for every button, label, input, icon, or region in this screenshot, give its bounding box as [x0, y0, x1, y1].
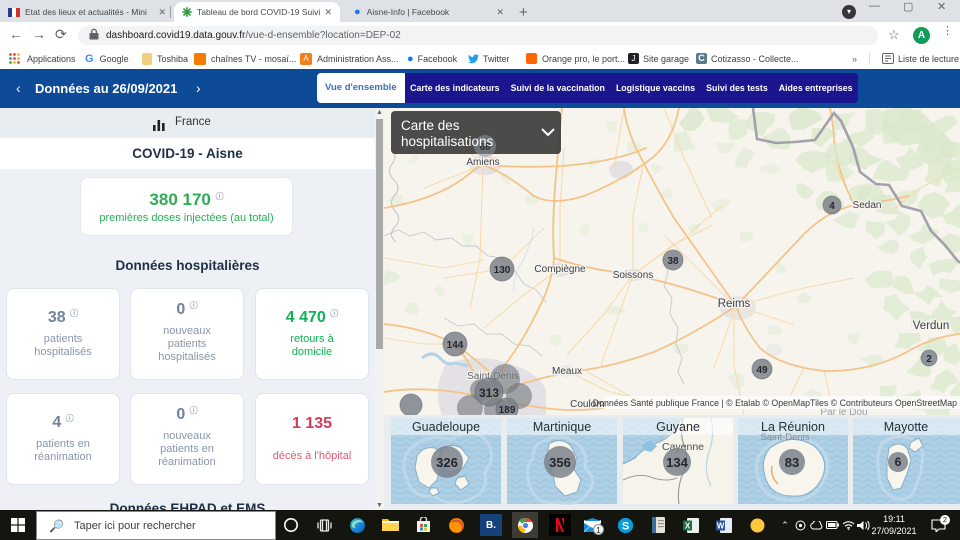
svg-text:X: X — [685, 521, 691, 530]
svg-text:38: 38 — [667, 256, 679, 267]
svg-text:Amiens: Amiens — [466, 157, 499, 168]
svg-text:6: 6 — [895, 455, 902, 469]
svg-text:2: 2 — [926, 354, 932, 365]
svg-text:Sedan: Sedan — [853, 200, 882, 211]
svg-text:Compiègne: Compiègne — [534, 264, 586, 275]
svg-text:Martinique: Martinique — [533, 420, 591, 434]
svg-text:134: 134 — [666, 455, 688, 470]
svg-text:313: 313 — [479, 386, 499, 400]
svg-text:Guyane: Guyane — [656, 420, 700, 434]
svg-text:189: 189 — [499, 405, 516, 415]
svg-text:Mayotte: Mayotte — [884, 420, 929, 434]
svg-text:49: 49 — [756, 365, 768, 376]
svg-text:326: 326 — [436, 455, 458, 470]
svg-text:hospitalisations: hospitalisations — [401, 134, 494, 149]
svg-text:130: 130 — [494, 265, 511, 276]
svg-text:144: 144 — [447, 340, 464, 351]
svg-text:Saint-Denis: Saint-Denis — [760, 432, 809, 443]
svg-text:S: S — [621, 520, 628, 532]
svg-text:4: 4 — [829, 201, 835, 212]
svg-text:Meaux: Meaux — [552, 366, 582, 377]
svg-text:356: 356 — [549, 455, 571, 470]
svg-text:Soissons: Soissons — [613, 270, 654, 281]
svg-text:Guadeloupe: Guadeloupe — [412, 420, 480, 434]
svg-text:Verdun: Verdun — [913, 320, 949, 332]
svg-text:Reims: Reims — [718, 298, 751, 310]
svg-text:Carte des: Carte des — [401, 118, 460, 133]
svg-text:W: W — [717, 521, 725, 530]
svg-text:Données Santé publique France: Données Santé publique France | © Etalab… — [593, 398, 957, 408]
svg-text:83: 83 — [785, 455, 799, 470]
